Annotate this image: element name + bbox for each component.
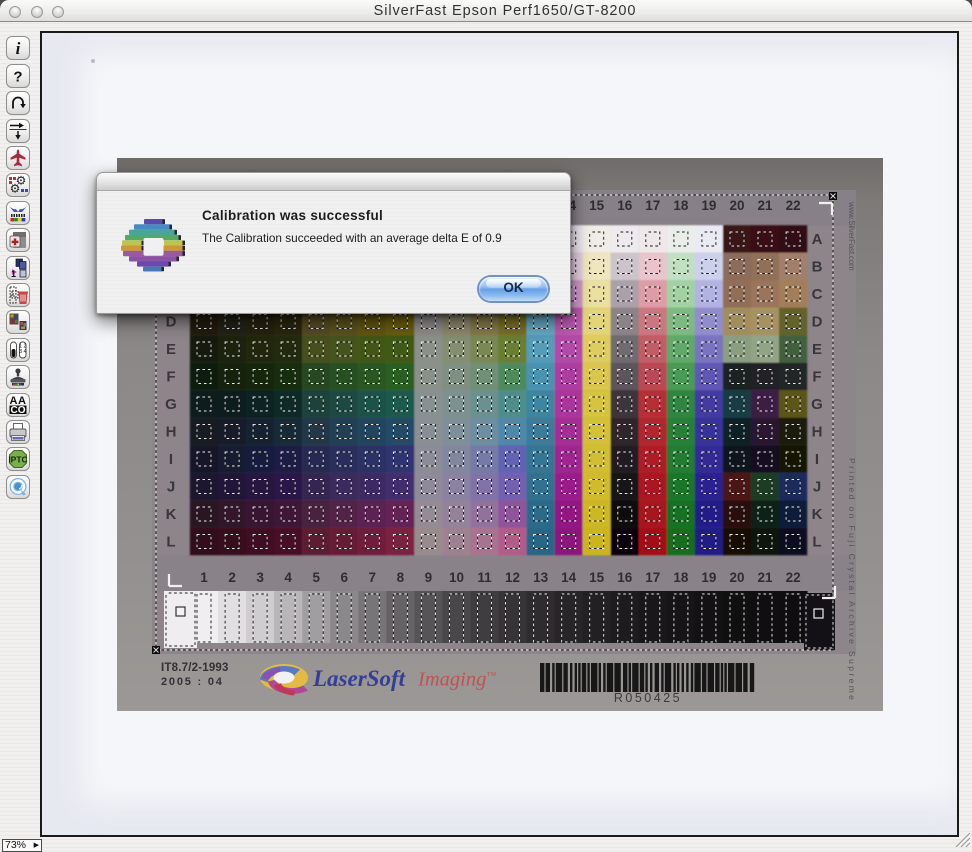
svg-text:www.SilverFast.com: www.SilverFast.com [847, 201, 856, 271]
svg-text:15: 15 [589, 570, 605, 585]
svg-text:J: J [167, 479, 175, 496]
svg-text:B: B [812, 259, 823, 276]
svg-text:17: 17 [645, 570, 660, 585]
svg-text:9: 9 [425, 570, 433, 585]
svg-text:F: F [812, 369, 821, 386]
svg-text:E: E [812, 341, 822, 358]
svg-text:18: 18 [673, 570, 689, 585]
svg-text:17: 17 [645, 198, 660, 213]
svg-text:2005 : 04: 2005 : 04 [161, 676, 224, 688]
svg-text:15: 15 [589, 198, 605, 213]
svg-text:⚙: ⚙ [10, 182, 21, 196]
svg-text:CO: CO [11, 404, 26, 415]
svg-text:I: I [815, 451, 819, 468]
svg-text:16: 16 [617, 198, 633, 213]
svg-text:Imaging™: Imaging™ [417, 669, 496, 691]
svg-text:?: ? [13, 68, 22, 85]
svg-text:13: 13 [533, 570, 549, 585]
svg-text:8: 8 [397, 570, 405, 585]
svg-text:L: L [812, 534, 821, 551]
svg-text:1: 1 [11, 269, 16, 279]
svg-text:14: 14 [561, 570, 577, 585]
svg-text:19: 19 [701, 198, 716, 213]
svg-text:3 4: 3 4 [19, 349, 27, 355]
svg-text:L: L [166, 534, 175, 551]
svg-text:11: 11 [477, 570, 492, 585]
svg-text:E: E [166, 341, 176, 358]
svg-text:F: F [166, 369, 175, 386]
svg-text:12: 12 [505, 570, 520, 585]
svg-text:22: 22 [786, 198, 801, 213]
svg-text:7: 7 [369, 570, 377, 585]
svg-text:16: 16 [617, 570, 633, 585]
svg-text:G: G [811, 396, 823, 413]
svg-text:A: A [812, 231, 823, 248]
svg-text:I: I [169, 451, 173, 468]
svg-text:4: 4 [284, 570, 292, 585]
svg-text:H: H [166, 424, 177, 441]
svg-text:i: i [16, 39, 21, 58]
svg-text:3: 3 [256, 570, 264, 585]
svg-text:D: D [812, 314, 823, 331]
svg-text:G: G [165, 396, 177, 413]
svg-text:D: D [166, 314, 177, 331]
svg-text:C: C [812, 286, 823, 303]
svg-text:J: J [813, 479, 821, 496]
svg-text:IT8.7/2-1993: IT8.7/2-1993 [161, 662, 229, 674]
svg-text:6: 6 [340, 570, 348, 585]
svg-text:2: 2 [228, 570, 236, 585]
svg-text:22: 22 [786, 570, 801, 585]
svg-text:21: 21 [757, 570, 773, 585]
svg-text:Printed on Fuji Crystal Archiv: Printed on Fuji Crystal Archive Supreme [847, 458, 857, 702]
svg-text:20: 20 [729, 570, 744, 585]
svg-text:H: H [812, 424, 823, 441]
svg-text:K: K [812, 506, 823, 523]
svg-text:19: 19 [701, 570, 716, 585]
svg-text:10: 10 [449, 570, 464, 585]
svg-text:21: 21 [757, 198, 773, 213]
svg-text:20: 20 [729, 198, 744, 213]
svg-text:18: 18 [673, 198, 689, 213]
svg-text:1: 1 [200, 570, 208, 585]
svg-text:IPTC: IPTC [8, 455, 27, 465]
svg-text:K: K [166, 506, 177, 523]
svg-text:5: 5 [312, 570, 320, 585]
svg-text:R050425: R050425 [614, 691, 682, 705]
svg-text:LaserSoft: LaserSoft [312, 666, 406, 691]
